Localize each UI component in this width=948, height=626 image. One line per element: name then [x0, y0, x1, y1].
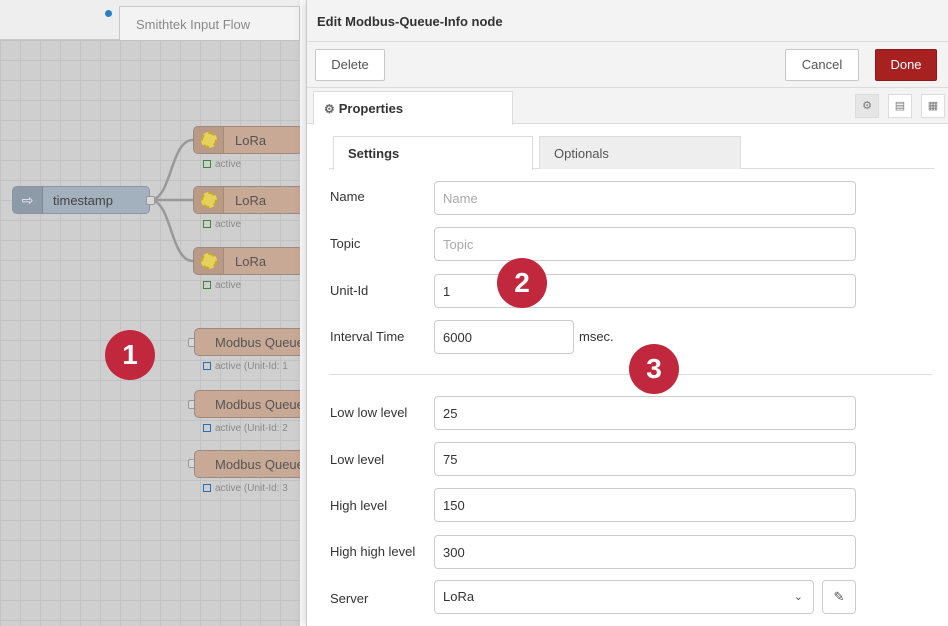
description-icon[interactable]: ▤	[888, 94, 912, 118]
node-status: active	[203, 159, 241, 170]
delete-button[interactable]: Delete	[315, 49, 385, 81]
chevron-down-icon: ⌄	[793, 591, 803, 603]
output-port[interactable]	[146, 196, 155, 205]
name-input[interactable]	[434, 181, 856, 215]
flow-workspace[interactable]: Smithtek Input Flow ⇨ timestamp LoRa act…	[0, 0, 300, 626]
topic-label: Topic	[330, 236, 361, 251]
node-status: active (Unit-Id: 3	[203, 483, 288, 494]
tab-properties[interactable]: ⚙ Properties	[313, 91, 513, 125]
interval-unit-label: msec.	[579, 329, 614, 344]
node-subtabs: Settings Optionals	[329, 136, 934, 170]
wire	[149, 138, 194, 202]
tab-optionals[interactable]: Optionals	[539, 136, 741, 169]
node-label: timestamp	[53, 193, 113, 208]
server-label: Server	[330, 591, 369, 606]
node-status: active (Unit-Id: 2	[203, 423, 288, 434]
node-label: LoRa	[235, 254, 267, 269]
modbus-queue-node[interactable]: Modbus Queue	[194, 328, 300, 356]
lora-icon	[194, 127, 224, 153]
lora-node[interactable]: LoRa	[193, 186, 300, 214]
tray-tab-bar: ⚙ Properties ⚙ ▤ ▦	[307, 88, 948, 125]
low-level-label: Low level	[330, 452, 385, 467]
interval-time-label: Interval Time	[330, 329, 405, 344]
server-selected-value: LoRa	[443, 589, 475, 604]
topic-input[interactable]	[434, 227, 856, 261]
interval-time-input[interactable]	[434, 320, 574, 354]
high-level-input[interactable]	[434, 488, 856, 522]
callout-badge: 2	[497, 258, 547, 308]
wires	[149, 138, 194, 263]
settings-gear-icon[interactable]: ⚙	[855, 94, 879, 118]
lora-node[interactable]: LoRa	[193, 126, 300, 154]
high-high-level-label: High high level	[330, 544, 416, 559]
low-low-level-input[interactable]	[434, 396, 856, 430]
edit-node-tray: Edit Modbus-Queue-Info node Delete Cance…	[306, 0, 948, 626]
tab-settings[interactable]: Settings	[333, 136, 533, 170]
tab-label: Properties	[338, 101, 404, 116]
modbus-queue-node[interactable]: Modbus Queue	[194, 390, 300, 418]
gear-icon: ⚙	[324, 102, 335, 116]
node-label: LoRa	[235, 133, 267, 148]
pencil-icon[interactable]: ✎	[822, 580, 856, 614]
cancel-button[interactable]: Cancel	[785, 49, 859, 81]
lora-icon	[194, 248, 224, 274]
unit-id-label: Unit-Id	[330, 283, 369, 298]
tray-title: Edit Modbus-Queue-Info node	[307, 0, 948, 42]
node-status: active (Unit-Id: 1	[203, 361, 288, 372]
high-high-level-input[interactable]	[434, 535, 856, 569]
node-label: LoRa	[235, 193, 267, 208]
callout-badge: 1	[105, 330, 155, 380]
callout-badge: 3	[629, 344, 679, 394]
node-label: Modbus Queue	[215, 397, 300, 412]
node-label: Modbus Queue	[215, 335, 300, 350]
lora-node[interactable]: LoRa	[193, 247, 300, 275]
node-label: Modbus Queue	[215, 457, 300, 472]
name-label: Name	[330, 189, 365, 204]
timestamp-node[interactable]: ⇨ timestamp	[12, 186, 150, 214]
appearance-icon[interactable]: ▦	[921, 94, 945, 118]
server-select[interactable]: LoRa ⌄	[434, 580, 814, 614]
low-level-input[interactable]	[434, 442, 856, 476]
wire	[149, 198, 194, 263]
modbus-queue-node[interactable]: Modbus Queue	[194, 450, 300, 478]
lora-icon	[194, 187, 224, 213]
high-level-label: High level	[330, 498, 388, 513]
node-status: active	[203, 219, 241, 230]
node-status: active	[203, 280, 241, 291]
tray-toolbar: Delete Cancel Done	[307, 42, 948, 88]
done-button[interactable]: Done	[875, 49, 937, 81]
arrow-right-icon: ⇨	[13, 187, 43, 213]
low-low-level-label: Low low level	[330, 405, 408, 420]
